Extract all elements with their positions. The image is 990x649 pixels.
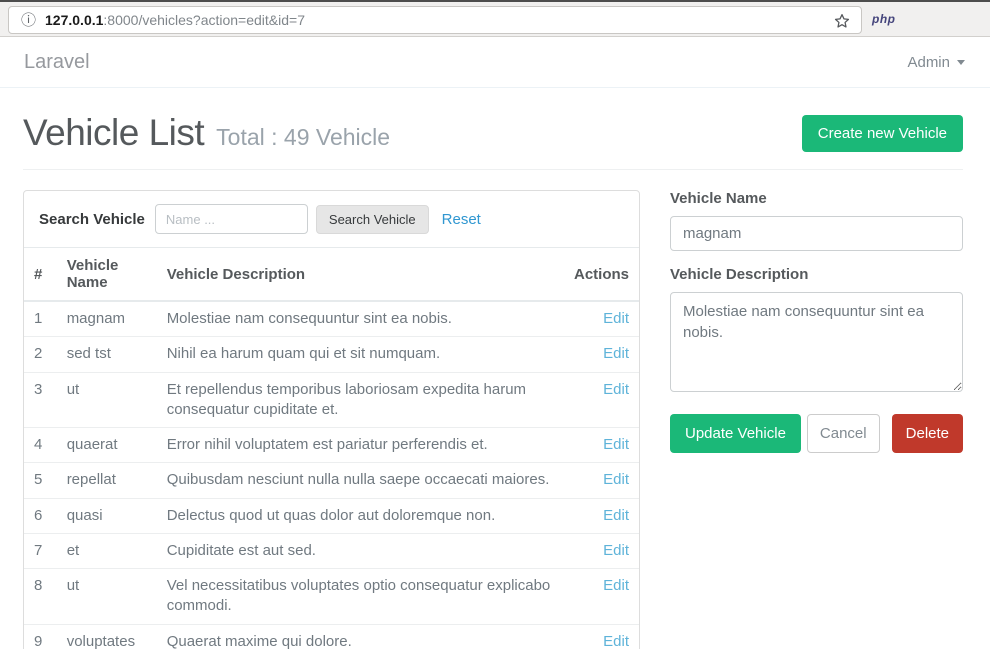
table-row: 3 ut Et repellendus temporibus laboriosa… xyxy=(24,372,639,428)
vehicle-description-cell: Quaerat maxime qui dolore. xyxy=(159,624,566,649)
row-index: 5 xyxy=(24,463,59,498)
edit-link[interactable]: Edit xyxy=(603,577,629,594)
edit-link[interactable]: Edit xyxy=(603,345,629,362)
vehicle-name-field[interactable] xyxy=(670,216,963,251)
table-row: 2 sed tst Nihil ea harum quam qui et sit… xyxy=(24,337,639,372)
content-row: Search Vehicle Search Vehicle Reset # Ve… xyxy=(23,190,963,649)
url-text: 127.0.0.1:8000/vehicles?action=edit&id=7 xyxy=(45,12,305,28)
vehicle-name-cell: quasi xyxy=(59,498,159,533)
vehicle-name-cell: quaerat xyxy=(59,428,159,463)
row-index: 8 xyxy=(24,569,59,625)
vehicle-description-cell: Error nihil voluptatem est pariatur perf… xyxy=(159,428,566,463)
php-extension-icon[interactable]: php xyxy=(872,12,896,26)
edit-link[interactable]: Edit xyxy=(603,507,629,524)
table-header-row: # Vehicle Name Vehicle Description Actio… xyxy=(24,248,639,302)
update-vehicle-button[interactable]: Update Vehicle xyxy=(670,414,801,453)
edit-link[interactable]: Edit xyxy=(603,471,629,488)
user-dropdown[interactable]: Admin xyxy=(907,54,965,71)
main-content: Vehicle List Total : 49 Vehicle Create n… xyxy=(0,88,990,649)
vehicle-table: # Vehicle Name Vehicle Description Actio… xyxy=(24,247,639,649)
vehicle-name-cell: repellat xyxy=(59,463,159,498)
vehicle-name-cell: sed tst xyxy=(59,337,159,372)
row-index: 4 xyxy=(24,428,59,463)
delete-button[interactable]: Delete xyxy=(892,414,963,453)
row-index: 6 xyxy=(24,498,59,533)
header-index: # xyxy=(24,248,59,302)
edit-link[interactable]: Edit xyxy=(603,381,629,398)
page-info-icon[interactable]: ⓘ xyxy=(21,13,36,28)
header-vehicle-name: Vehicle Name xyxy=(59,248,159,302)
url-path: :8000/vehicles?action=edit&id=7 xyxy=(103,12,305,28)
table-row: 7 et Cupiditate est aut sed. Edit xyxy=(24,533,639,568)
search-label: Search Vehicle xyxy=(39,211,145,228)
edit-link[interactable]: Edit xyxy=(603,542,629,559)
form-buttons: Update Vehicle Cancel Delete xyxy=(670,414,963,453)
vehicle-name-cell: magnam xyxy=(59,301,159,337)
header-divider xyxy=(23,169,963,170)
search-button[interactable]: Search Vehicle xyxy=(316,205,429,234)
edit-link[interactable]: Edit xyxy=(603,310,629,327)
navbar: Laravel Admin xyxy=(0,37,990,88)
bookmark-star-icon[interactable] xyxy=(833,12,851,30)
vehicle-description-label: Vehicle Description xyxy=(670,266,963,283)
search-input[interactable] xyxy=(155,204,308,234)
reset-link[interactable]: Reset xyxy=(442,211,481,228)
search-bar: Search Vehicle Search Vehicle Reset xyxy=(24,191,639,247)
vehicle-description-cell: Molestiae nam consequuntur sint ea nobis… xyxy=(159,301,566,337)
cancel-button[interactable]: Cancel xyxy=(807,414,880,453)
vehicle-name-label: Vehicle Name xyxy=(670,190,963,207)
address-bar[interactable]: ⓘ 127.0.0.1:8000/vehicles?action=edit&id… xyxy=(8,6,862,34)
edit-link[interactable]: Edit xyxy=(603,436,629,453)
browser-chrome: ⓘ 127.0.0.1:8000/vehicles?action=edit&id… xyxy=(0,0,990,37)
row-index: 9 xyxy=(24,624,59,649)
vehicle-description-field[interactable]: Molestiae nam consequuntur sint ea nobis… xyxy=(670,292,963,392)
vehicle-list-card: Search Vehicle Search Vehicle Reset # Ve… xyxy=(23,190,640,649)
vehicle-table-body: 1 magnam Molestiae nam consequuntur sint… xyxy=(24,301,639,649)
table-row: 6 quasi Delectus quod ut quas dolor aut … xyxy=(24,498,639,533)
brand-link[interactable]: Laravel xyxy=(24,51,90,74)
edit-vehicle-form: Vehicle Name Vehicle Description Molesti… xyxy=(670,190,963,453)
table-row: 8 ut Vel necessitatibus voluptates optio… xyxy=(24,569,639,625)
vehicle-name-cell: voluptates xyxy=(59,624,159,649)
vehicle-description-cell: Vel necessitatibus voluptates optio cons… xyxy=(159,569,566,625)
row-index: 7 xyxy=(24,533,59,568)
header-actions: Actions xyxy=(566,248,639,302)
table-row: 9 voluptates Quaerat maxime qui dolore. … xyxy=(24,624,639,649)
table-row: 1 magnam Molestiae nam consequuntur sint… xyxy=(24,301,639,337)
row-index: 2 xyxy=(24,337,59,372)
vehicle-name-cell: et xyxy=(59,533,159,568)
vehicle-description-cell: Et repellendus temporibus laboriosam exp… xyxy=(159,372,566,428)
page-title: Vehicle List xyxy=(23,112,204,154)
vehicle-name-cell: ut xyxy=(59,372,159,428)
edit-link[interactable]: Edit xyxy=(603,633,629,649)
vehicle-description-cell: Cupiditate est aut sed. xyxy=(159,533,566,568)
page-header: Vehicle List Total : 49 Vehicle Create n… xyxy=(23,112,963,154)
row-index: 3 xyxy=(24,372,59,428)
vehicle-description-cell: Quibusdam nesciunt nulla nulla saepe occ… xyxy=(159,463,566,498)
vehicle-description-cell: Delectus quod ut quas dolor aut doloremq… xyxy=(159,498,566,533)
title-wrap: Vehicle List Total : 49 Vehicle xyxy=(23,112,390,154)
table-row: 5 repellat Quibusdam nesciunt nulla null… xyxy=(24,463,639,498)
vehicle-description-cell: Nihil ea harum quam qui et sit numquam. xyxy=(159,337,566,372)
url-host: 127.0.0.1 xyxy=(45,12,103,28)
vehicle-name-cell: ut xyxy=(59,569,159,625)
chevron-down-icon xyxy=(957,60,965,65)
table-row: 4 quaerat Error nihil voluptatem est par… xyxy=(24,428,639,463)
user-dropdown-label: Admin xyxy=(907,54,950,71)
header-vehicle-description: Vehicle Description xyxy=(159,248,566,302)
row-index: 1 xyxy=(24,301,59,337)
create-vehicle-button[interactable]: Create new Vehicle xyxy=(802,115,963,152)
total-count-label: Total : 49 Vehicle xyxy=(216,124,390,151)
